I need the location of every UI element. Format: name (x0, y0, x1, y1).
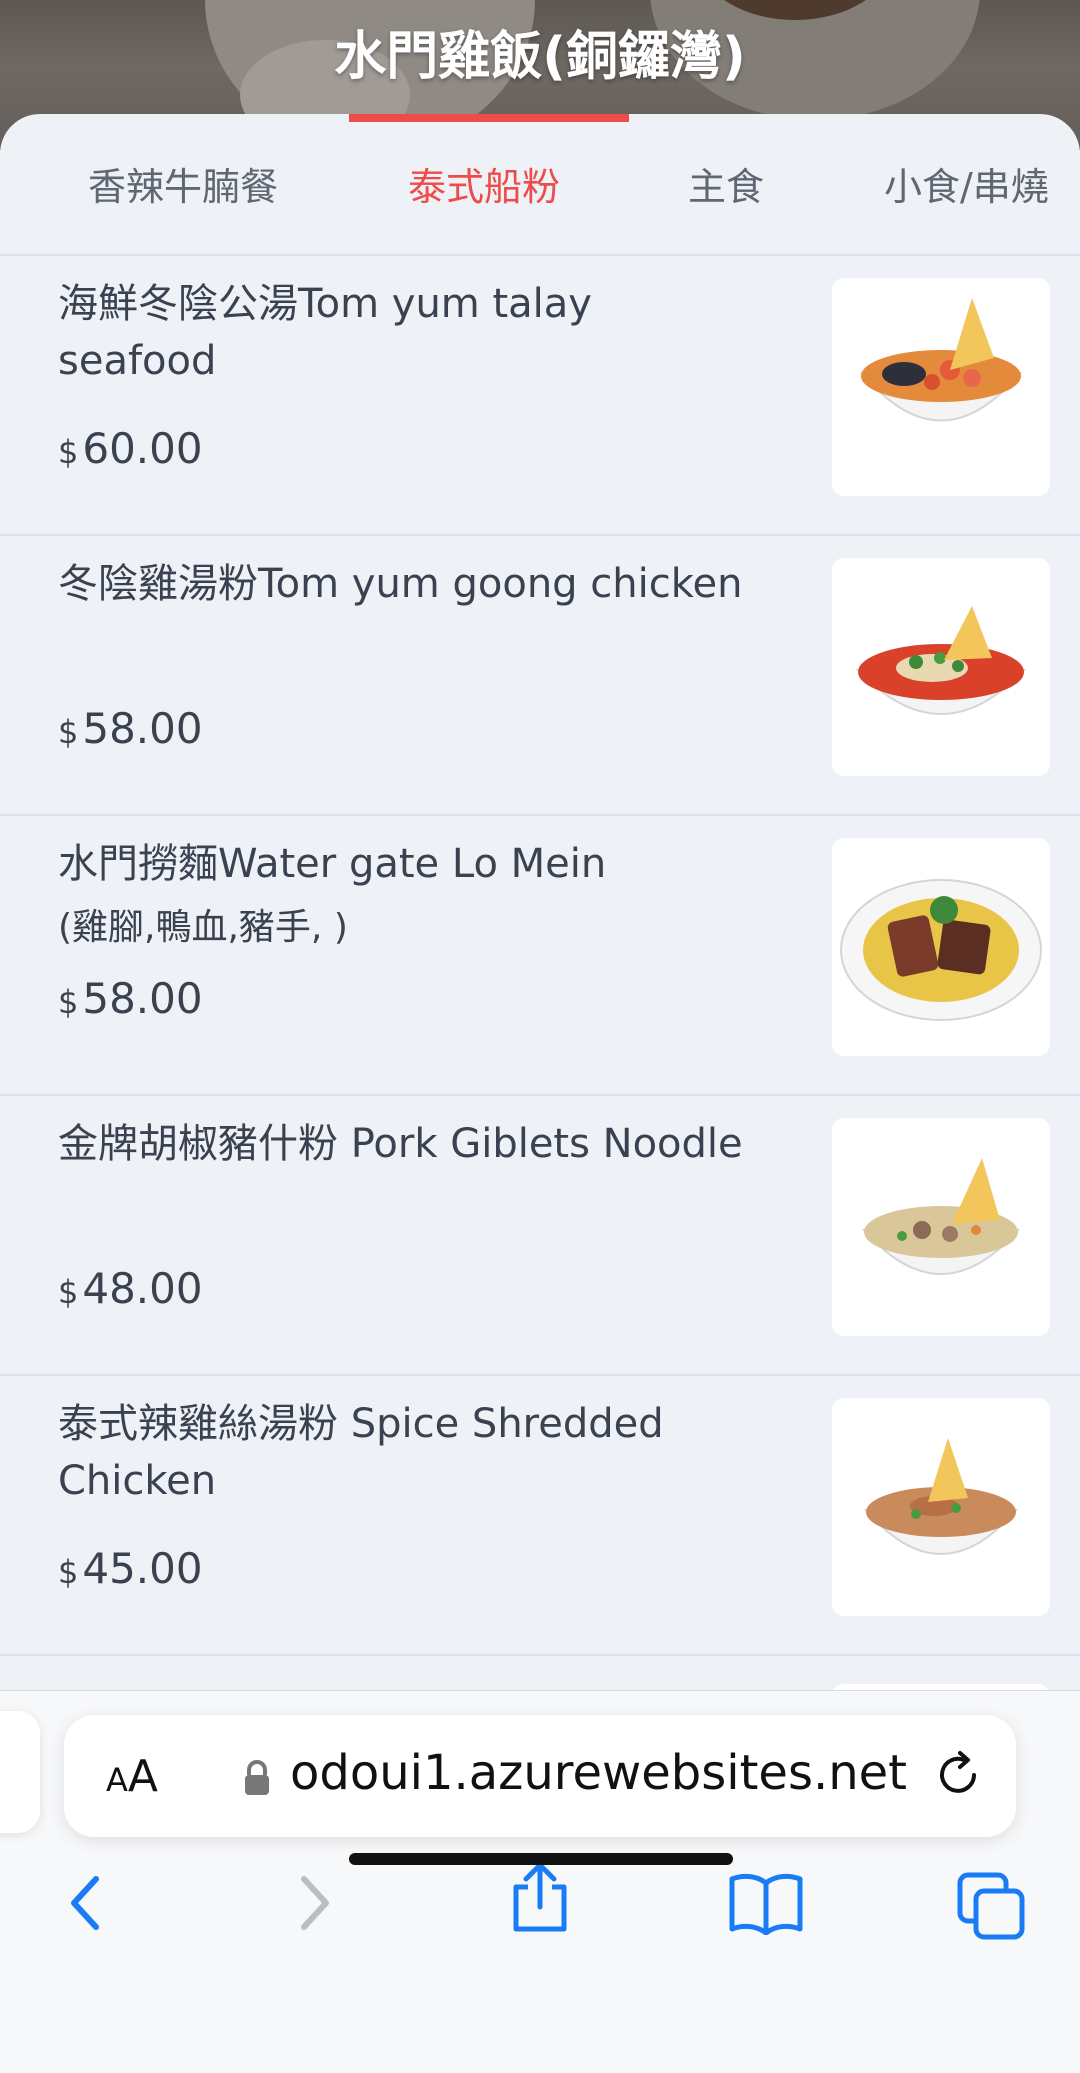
menu-item-price: $58.00 (58, 704, 203, 753)
menu-item-name: 水門撈麵Water gate Lo Mein (58, 841, 607, 887)
bookmarks-icon[interactable] (728, 1871, 804, 1939)
category-tabs: 香辣牛腩餐 泰式船粉 主食 小食/串燒 (0, 114, 1080, 256)
price-value: 60.00 (82, 424, 203, 473)
lo-mein-bowl-image[interactable] (832, 838, 1050, 1056)
currency-symbol: $ (58, 713, 79, 751)
pork-giblets-noodle-image[interactable] (832, 1118, 1050, 1336)
menu-item-price: $58.00 (58, 974, 203, 1023)
tabs-icon[interactable] (956, 1871, 1026, 1945)
reload-icon[interactable] (930, 1747, 986, 1807)
tab-snacks-skewers[interactable]: 小食/串燒 (884, 156, 1049, 211)
tab-thai-boat-noodles[interactable]: 泰式船粉 (408, 156, 560, 211)
address-bar[interactable]: AA odoui1.azurewebsites.net (64, 1715, 1016, 1837)
currency-symbol: $ (58, 433, 79, 471)
price-value: 45.00 (82, 1544, 203, 1593)
currency-symbol: $ (58, 1273, 79, 1311)
price-value: 58.00 (82, 704, 203, 753)
currency-symbol: $ (58, 983, 79, 1021)
menu-item-price: $60.00 (58, 424, 203, 473)
store-title: 水門雞飯(銅鑼灣) (334, 27, 746, 87)
back-icon[interactable] (58, 1871, 112, 1939)
shredded-chicken-noodle-image[interactable] (832, 1398, 1050, 1616)
tom-yum-chicken-noodle-image[interactable] (832, 558, 1050, 776)
menu-item[interactable]: 海鮮冬陰公湯Tom yum talay seafood $60.00 (0, 254, 1080, 536)
menu-sheet: 香辣牛腩餐 泰式船粉 主食 小食/串燒 海鮮冬陰公湯Tom yum talay … (0, 114, 1080, 1694)
tab-main-dishes[interactable]: 主食 (688, 156, 764, 211)
forward-icon[interactable] (288, 1871, 342, 1939)
menu-item-name: 冬陰雞湯粉Tom yum goong chicken (58, 561, 743, 607)
menu-item[interactable]: 冬陰雞湯粉Tom yum goong chicken $58.00 (0, 534, 1080, 816)
menu-item-name: 泰式辣雞絲湯粉 Spice Shredded Chicken (58, 1401, 664, 1504)
price-value: 58.00 (82, 974, 203, 1023)
menu-item-price: $48.00 (58, 1264, 203, 1313)
browser-toolbar: AA odoui1.azurewebsites.net (0, 1690, 1080, 2073)
menu-item[interactable]: 水門撈麵Water gate Lo Mein (雞腳,鴨血,豬手, ) $58.… (0, 814, 1080, 1096)
url-field[interactable]: odoui1.azurewebsites.net (290, 1745, 907, 1801)
lock-icon (242, 1759, 272, 1801)
menu-item-price: $45.00 (58, 1544, 203, 1593)
share-icon[interactable] (508, 1861, 572, 1937)
menu-item[interactable]: 金牌胡椒豬什粉 Pork Giblets Noodle $48.00 (0, 1094, 1080, 1376)
text-size-button[interactable]: AA (106, 1751, 158, 1802)
previous-tab-edge[interactable] (0, 1711, 40, 1833)
menu-item-description: (雞腳,鴨血,豬手, ) (58, 907, 348, 948)
seafood-tom-yum-soup-image[interactable] (832, 278, 1050, 496)
home-indicator (349, 1853, 733, 1865)
tab-spicy-beef-brisket[interactable]: 香辣牛腩餐 (88, 156, 278, 211)
menu-item-name: 金牌胡椒豬什粉 Pork Giblets Noodle (58, 1121, 743, 1167)
active-tab-indicator (349, 114, 629, 122)
menu-item[interactable]: 泰式辣雞絲湯粉 Spice Shredded Chicken $45.00 (0, 1374, 1080, 1656)
currency-symbol: $ (58, 1553, 79, 1591)
price-value: 48.00 (82, 1264, 203, 1313)
menu-item-name: 海鮮冬陰公湯Tom yum talay seafood (58, 281, 592, 384)
